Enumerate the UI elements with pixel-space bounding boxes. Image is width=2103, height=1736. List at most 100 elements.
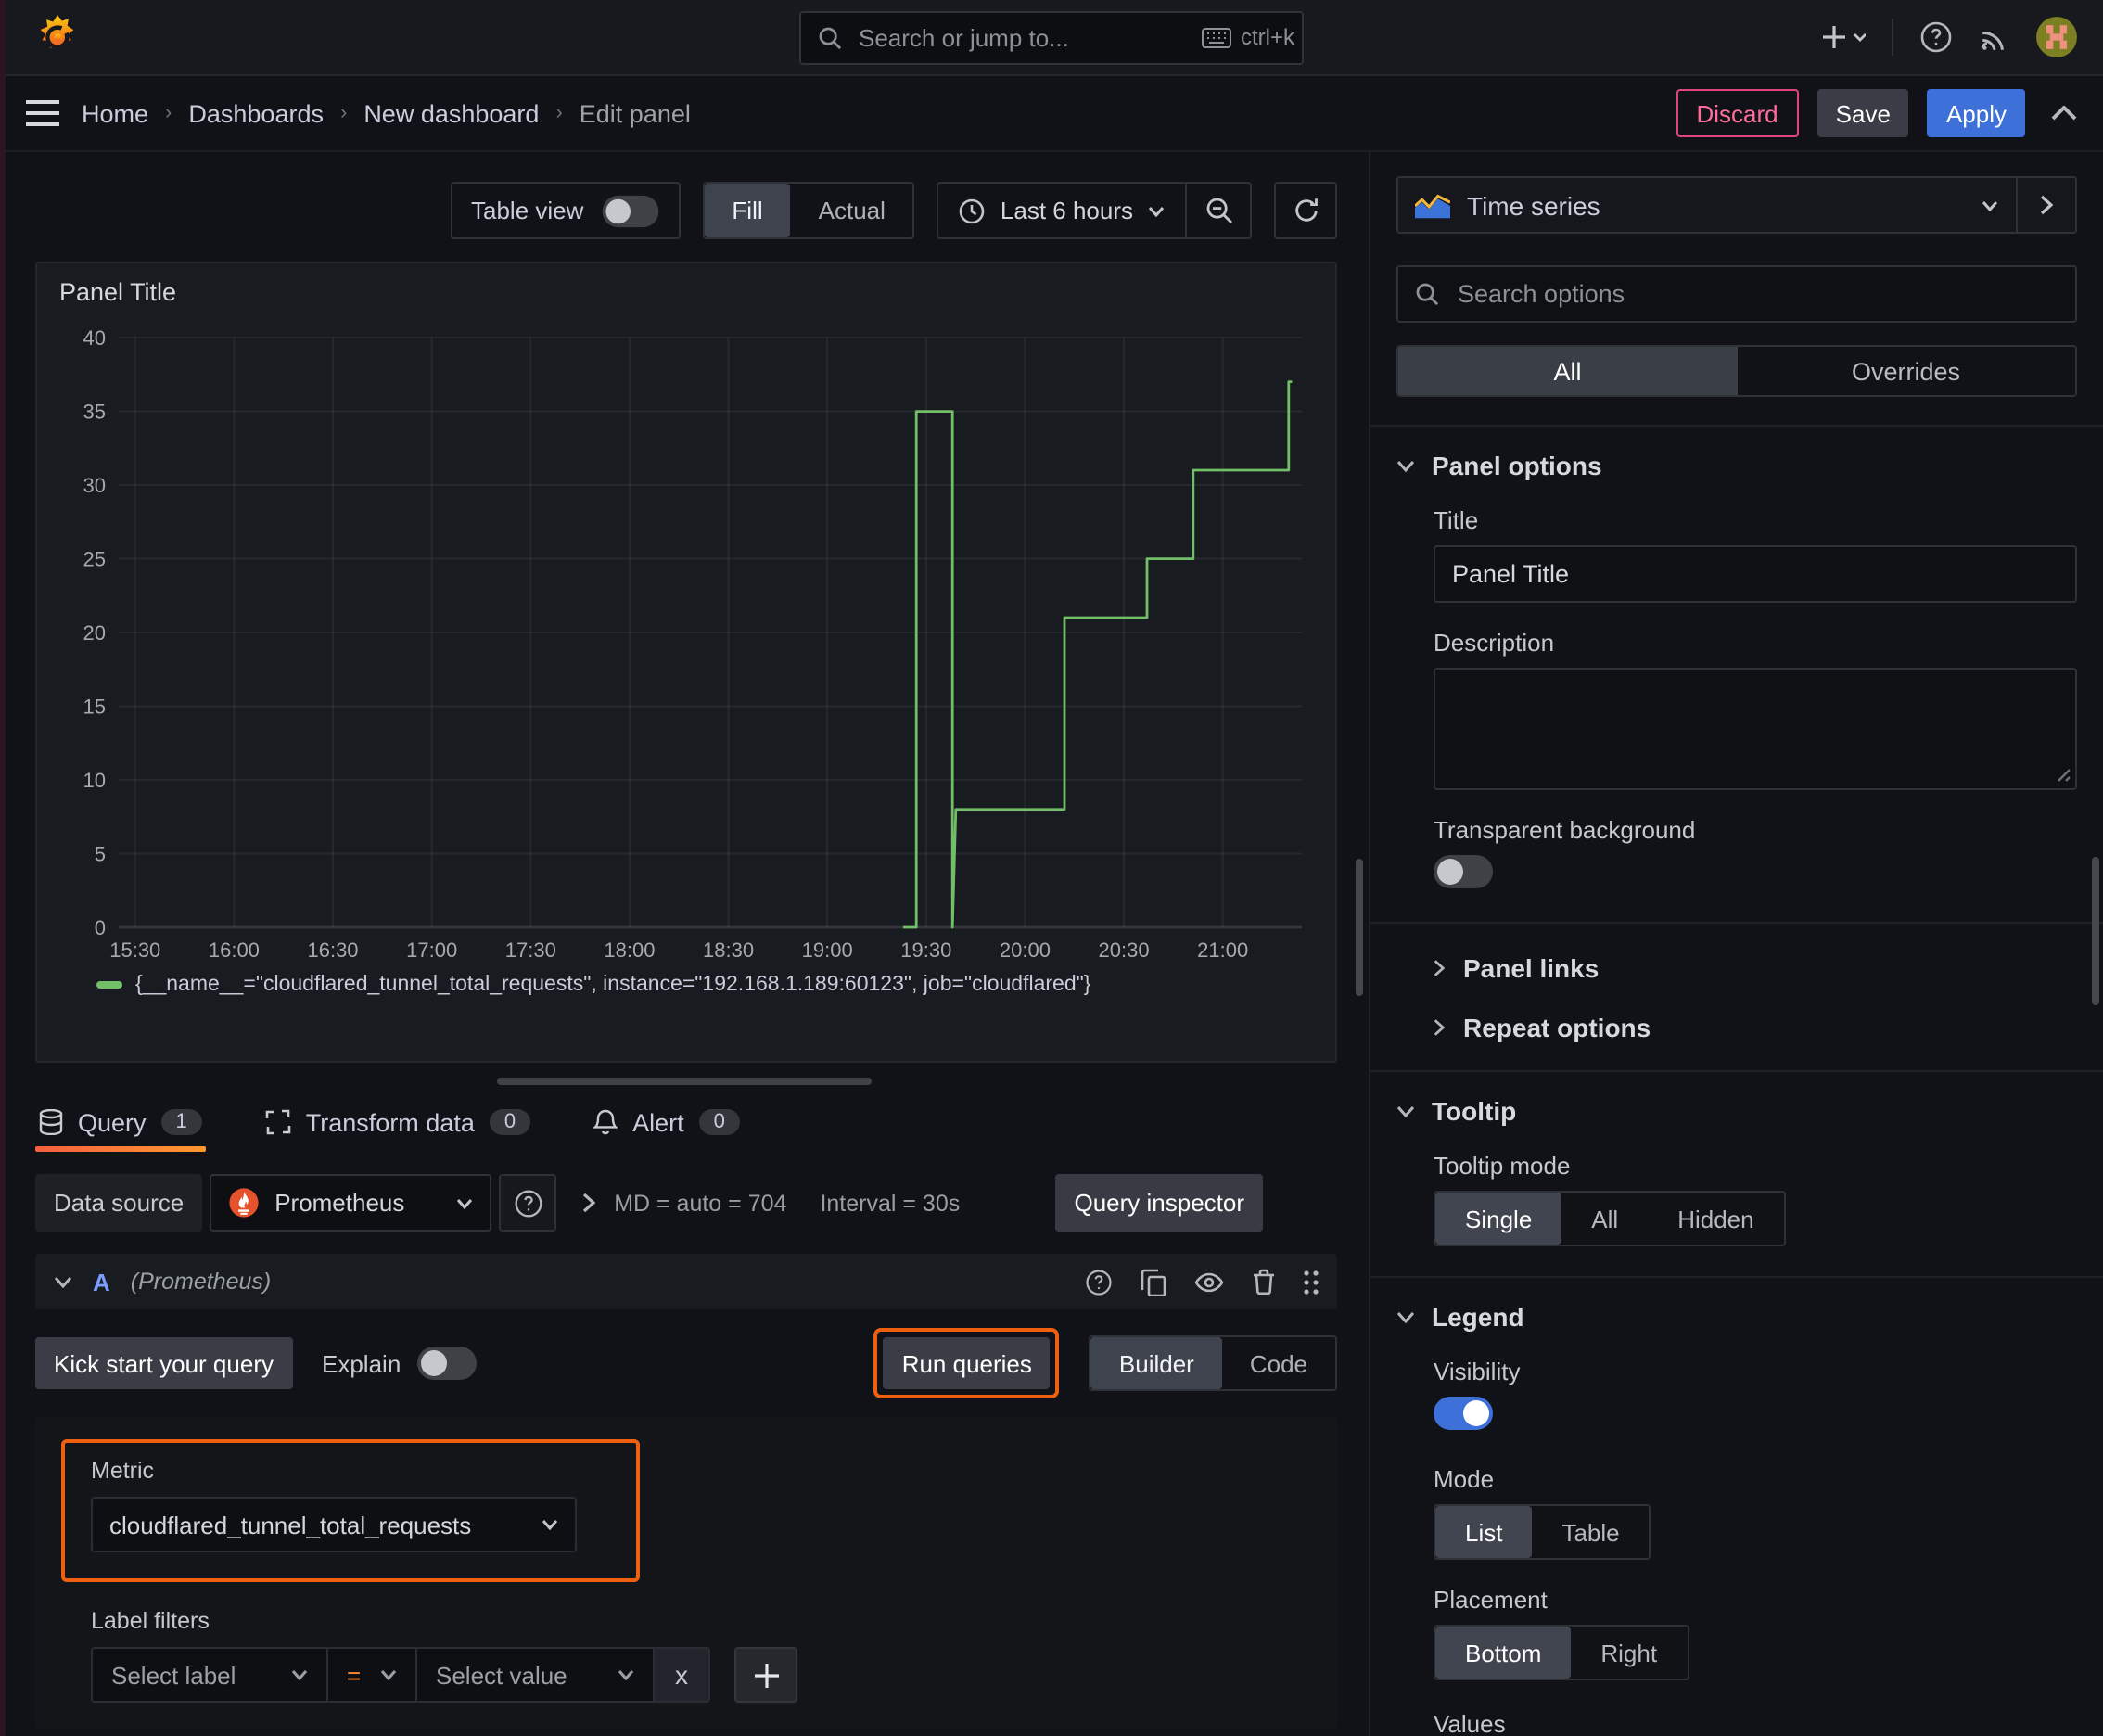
legend-header[interactable]: Legend	[1396, 1302, 2077, 1332]
legend-mode-segment: List Table	[1434, 1504, 1651, 1560]
tab-transform-data[interactable]: Transform data 0	[261, 1089, 534, 1155]
toggle-visibility-icon[interactable]	[1194, 1271, 1224, 1292]
search-icon	[1415, 282, 1439, 306]
duplicate-query-icon[interactable]	[1141, 1268, 1166, 1296]
panel-preview[interactable]: Panel Title 0 5 10 15 20 25 30 35 40 15:30 16:00 16…	[35, 262, 1337, 1063]
add-new-button[interactable]	[1821, 24, 1866, 50]
zoom-out-button[interactable]	[1187, 184, 1250, 237]
nav-divider	[1892, 19, 1893, 56]
chart-legend: {__name__="cloudflared_tunnel_total_requ…	[59, 974, 1313, 996]
breadcrumb-separator: ›	[339, 102, 348, 124]
title-input[interactable]	[1434, 545, 2077, 603]
placement-right-option[interactable]: Right	[1571, 1627, 1687, 1679]
tooltip-hidden-option[interactable]: Hidden	[1648, 1193, 1783, 1245]
tab-query[interactable]: Query 1	[35, 1089, 206, 1155]
options-filter-tabs: All Overrides	[1396, 345, 2077, 397]
metric-select[interactable]: cloudflared_tunnel_total_requests	[91, 1497, 577, 1552]
label-filter-row: Select label = Select value x	[91, 1647, 1311, 1703]
tooltip-all-option[interactable]: All	[1561, 1193, 1648, 1245]
resize-corner-icon[interactable]	[2057, 768, 2071, 783]
explain-label: Explain	[322, 1349, 401, 1377]
legend-label[interactable]: {__name__="cloudflared_tunnel_total_requ…	[135, 974, 1090, 996]
sidebar-scrollbar[interactable]	[2092, 857, 2099, 1005]
table-view-toggle[interactable]	[602, 194, 658, 227]
kick-start-query-button[interactable]: Kick start your query	[35, 1337, 292, 1389]
datasource-help-button[interactable]	[499, 1174, 557, 1232]
help-icon[interactable]	[1919, 20, 1953, 54]
save-button[interactable]: Save	[1816, 89, 1909, 137]
tooltip-header[interactable]: Tooltip	[1396, 1096, 2077, 1126]
news-icon[interactable]	[1979, 21, 2010, 53]
fill-actual-segment: Fill Actual	[702, 182, 915, 239]
transparent-background-toggle[interactable]	[1434, 855, 1493, 888]
avatar[interactable]	[2036, 17, 2077, 57]
panel-edit-main: Table view Fill Actual Last 6 hours Pane…	[0, 152, 1369, 1736]
run-queries-button[interactable]: Run queries	[883, 1337, 1051, 1389]
discard-button[interactable]: Discard	[1676, 89, 1799, 137]
transform-count-badge: 0	[489, 1109, 531, 1135]
svg-text:20:00: 20:00	[1000, 938, 1051, 962]
operator-dropdown[interactable]: =	[328, 1647, 417, 1703]
explain-toggle[interactable]	[417, 1347, 478, 1380]
datasource-label: Data source	[35, 1174, 203, 1232]
grafana-logo-icon[interactable]	[33, 13, 82, 61]
tab-alert[interactable]: Alert 0	[590, 1089, 744, 1155]
chevron-down-icon[interactable]	[54, 1275, 72, 1288]
query-row-header[interactable]: A (Prometheus)	[35, 1254, 1337, 1309]
mode-list-option[interactable]: List	[1435, 1506, 1533, 1558]
breadcrumb-new-dashboard[interactable]: New dashboard	[363, 99, 539, 127]
repeat-options-section[interactable]: Repeat options	[1400, 1013, 2077, 1042]
main-scrollbar[interactable]	[1356, 859, 1363, 996]
options-search-input[interactable]	[1454, 278, 2058, 310]
query-options-expand-icon[interactable]	[582, 1193, 596, 1213]
tab-overrides[interactable]: Overrides	[1737, 347, 2075, 395]
query-help-icon[interactable]	[1085, 1268, 1113, 1296]
grafana-edit-panel-page: ctrl+k	[0, 0, 2103, 1736]
visualization-picker[interactable]: Time series	[1396, 176, 2018, 234]
collapse-options-icon[interactable]	[2051, 106, 2077, 121]
options-search[interactable]	[1396, 265, 2077, 323]
tooltip-single-option[interactable]: Single	[1435, 1193, 1562, 1245]
search-input[interactable]	[855, 21, 1189, 53]
query-ref-id: A	[93, 1268, 110, 1296]
description-label: Description	[1434, 629, 1555, 657]
add-filter-button[interactable]	[734, 1647, 797, 1703]
time-range-button[interactable]: Last 6 hours	[939, 184, 1185, 237]
global-search[interactable]: ctrl+k	[799, 10, 1304, 64]
code-option[interactable]: Code	[1222, 1337, 1335, 1389]
builder-option[interactable]: Builder	[1090, 1337, 1222, 1389]
delete-query-icon[interactable]	[1252, 1269, 1276, 1295]
legend-visibility-toggle[interactable]	[1434, 1397, 1493, 1430]
datasource-picker[interactable]: Prometheus	[210, 1174, 492, 1232]
keyboard-shortcut: ctrl+k	[1202, 24, 1294, 50]
placement-label: Placement	[1434, 1586, 1548, 1614]
breadcrumb-dashboards[interactable]: Dashboards	[188, 99, 324, 127]
title-label: Title	[1434, 506, 1479, 534]
svg-text:19:30: 19:30	[900, 938, 951, 962]
fill-option[interactable]: Fill	[704, 184, 791, 237]
table-view-label: Table view	[471, 197, 584, 224]
breadcrumb-home[interactable]: Home	[82, 99, 148, 127]
panel-links-section[interactable]: Panel links	[1400, 953, 2077, 983]
drag-handle-icon[interactable]	[1304, 1270, 1319, 1294]
bell-icon	[593, 1109, 618, 1135]
chevron-down-icon	[542, 1520, 558, 1530]
refresh-button[interactable]	[1276, 184, 1335, 237]
apply-button[interactable]: Apply	[1927, 89, 2025, 137]
description-textarea[interactable]	[1434, 668, 2077, 790]
mode-table-option[interactable]: Table	[1532, 1506, 1649, 1558]
viz-suggestions-button[interactable]	[2018, 176, 2077, 234]
pane-resize-handle[interactable]	[497, 1078, 872, 1085]
remove-filter-button[interactable]: x	[655, 1647, 710, 1703]
actual-option[interactable]: Actual	[791, 184, 913, 237]
query-inspector-button[interactable]: Query inspector	[1055, 1174, 1263, 1232]
select-value-dropdown[interactable]: Select value	[417, 1647, 655, 1703]
select-label-dropdown[interactable]: Select label	[91, 1647, 328, 1703]
query-actions-row: Kick start your query Explain Run querie…	[35, 1328, 1337, 1398]
legend-swatch	[96, 981, 122, 989]
menu-icon[interactable]	[26, 100, 59, 126]
tab-all[interactable]: All	[1398, 347, 1737, 395]
time-series-chart[interactable]: 0 5 10 15 20 25 30 35 40 15:30 16:00 16:30 17:00 17:3…	[59, 319, 1317, 968]
panel-options-header[interactable]: Panel options	[1396, 451, 2077, 480]
placement-bottom-option[interactable]: Bottom	[1435, 1627, 1572, 1679]
